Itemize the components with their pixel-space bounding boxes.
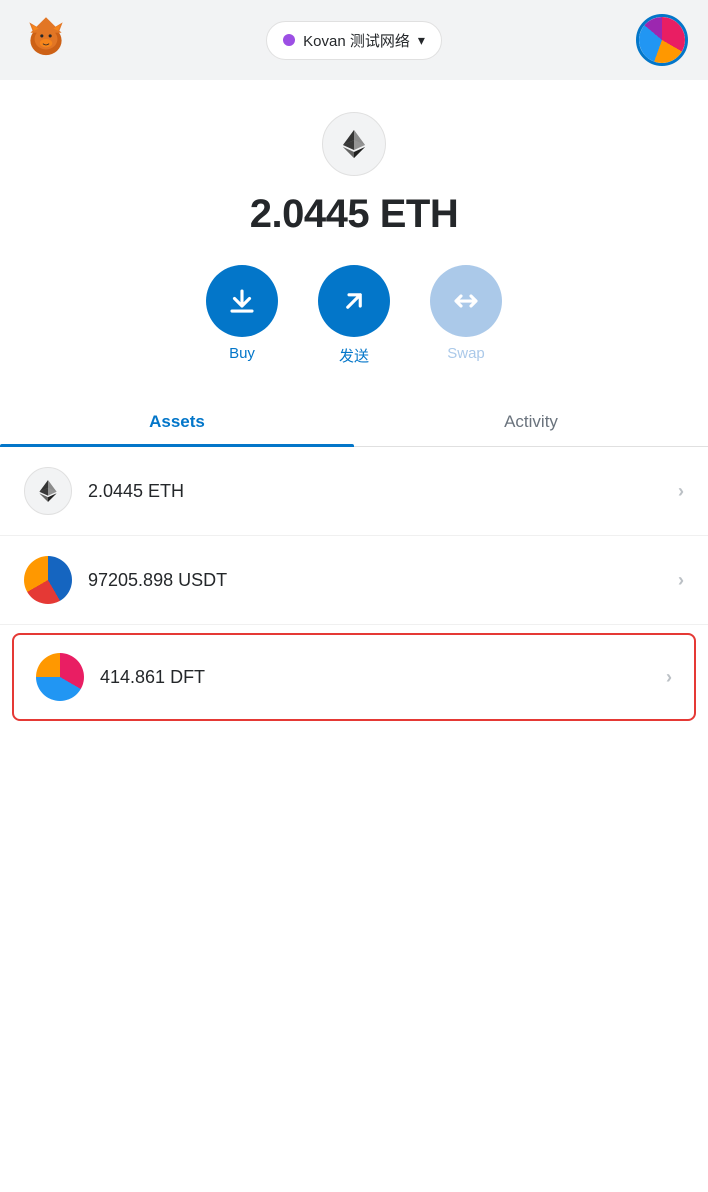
avatar-image [639,17,685,63]
asset-item-usdt[interactable]: 97205.898 USDT › [0,536,708,625]
swap-label: Swap [447,345,485,362]
eth-balance-asset: 2.0445 ETH [88,481,678,502]
send-label: 发送 [339,345,369,366]
swap-button[interactable] [430,265,502,337]
eth-balance: 2.0445 ETH [250,192,458,237]
chevron-down-icon: ▾ [418,32,425,49]
send-button-wrap: 发送 [318,265,390,366]
dft-balance-asset: 414.861 DFT [100,667,666,688]
network-name: Kovan 测试网络 [303,30,410,51]
tab-bar: Assets Activity [0,398,708,447]
account-avatar[interactable] [636,14,688,66]
dft-token-icon [36,653,84,701]
asset-item-dft[interactable]: 414.861 DFT › [12,633,696,721]
metamask-logo [20,12,72,69]
action-buttons-container: Buy 发送 Swap [206,265,502,366]
tab-assets[interactable]: Assets [0,398,354,446]
buy-button-wrap: Buy [206,265,278,362]
chevron-right-icon: › [678,570,684,591]
buy-label: Buy [229,345,255,362]
usdt-token-icon [24,556,72,604]
asset-list: 2.0445 ETH › 97205.898 USDT › 414.861 DF… [0,447,708,729]
eth-logo-icon [322,112,386,176]
chevron-right-icon: › [678,481,684,502]
main-content: 2.0445 ETH Buy 发送 [0,80,708,1192]
buy-button[interactable] [206,265,278,337]
asset-item-eth[interactable]: 2.0445 ETH › [0,447,708,536]
send-button[interactable] [318,265,390,337]
network-selector[interactable]: Kovan 测试网络 ▾ [266,21,442,60]
usdt-balance-asset: 97205.898 USDT [88,570,678,591]
app-header: Kovan 测试网络 ▾ [0,0,708,80]
chevron-right-icon: › [666,667,672,688]
eth-token-icon [24,467,72,515]
swap-button-wrap: Swap [430,265,502,362]
tab-activity[interactable]: Activity [354,398,708,446]
network-status-dot [283,34,295,46]
